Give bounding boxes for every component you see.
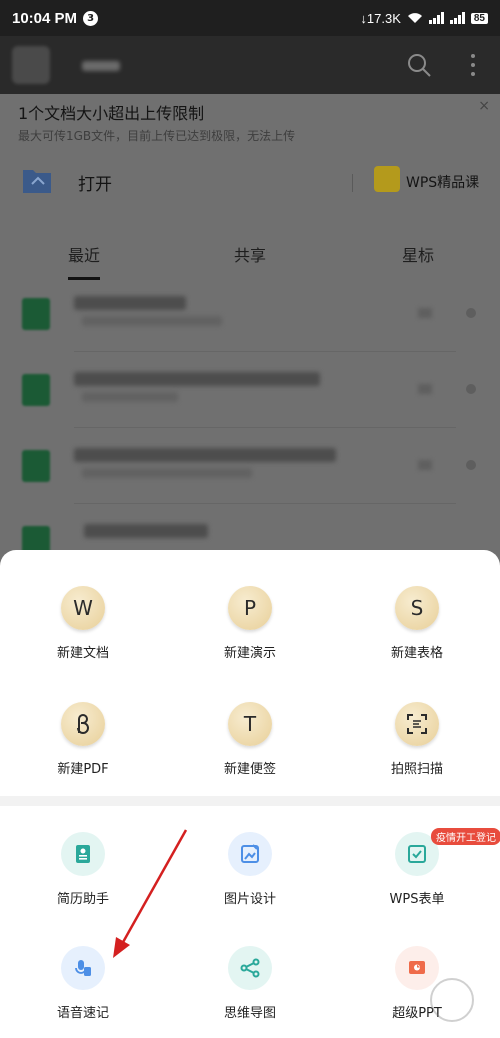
sheet-file-icon [22,298,50,330]
voice-note-label: 语音速记 [56,1006,109,1021]
wps-course-link[interactable]: WPS精品课 [406,172,479,192]
sheet-file-icon [22,374,50,406]
divider [352,174,353,192]
spreadsheet-icon: S [395,586,439,630]
new-presentation-label: 新建演示 [223,646,276,661]
file-date-blurred [418,384,432,394]
sheet-file-icon [22,450,50,482]
svg-text:P: P [244,596,256,620]
section-divider [0,796,500,806]
file-name-blurred [74,372,320,386]
create-grid: W 新建文档 P 新建演示 S 新建表格 新建PDF T 新建便签 拍照扫描 [0,550,500,796]
banner-title: 1个文档大小超出上传限制 [18,104,205,123]
new-note-button[interactable]: T 新建便签 [167,702,333,777]
list-item[interactable] [0,352,500,428]
file-meta-blurred [82,392,178,402]
notification-count-badge: 3 [83,10,99,26]
voice-note-button[interactable]: 语音速记 [0,946,166,1021]
super-ppt-label: 超级PPT [392,1006,442,1021]
mind-map-label: 思维导图 [223,1006,276,1021]
folder-icon[interactable] [22,166,52,194]
file-date-blurred [418,460,432,470]
file-meta-blurred [82,316,222,326]
banner-subtitle: 最大可传1GB文件，目前上传已达到极限，无法上传 [18,129,296,143]
tab-recent[interactable]: 最近 [68,242,101,280]
resume-assistant-label: 简历助手 [56,892,109,907]
watermark-logo [430,978,474,1022]
super-ppt-button[interactable]: 超级PPT [334,946,500,1021]
wifi-icon [407,13,422,23]
new-document-button[interactable]: W 新建文档 [0,586,166,661]
presentation-icon: P [228,586,272,630]
mind-map-button[interactable]: 思维导图 [167,946,333,1021]
pdf-icon [61,702,105,746]
new-pdf-label: 新建PDF [57,762,109,777]
close-icon[interactable]: × [478,98,490,114]
word-doc-icon: W [61,586,105,630]
tools-grid: 简历助手 图片设计 疫情开工登记 WPS表单 语音速记 思维导图 超级PPT [0,806,500,1038]
image-design-button[interactable]: 图片设计 [167,832,333,907]
new-document-label: 新建文档 [56,646,109,661]
wps-form-button[interactable]: 疫情开工登记 WPS表单 [334,828,500,907]
new-file-sheet: W 新建文档 P 新建演示 S 新建表格 新建PDF T 新建便签 拍照扫描 简… [0,550,500,1038]
list-item[interactable] [0,428,500,504]
tab-bar: 最近 共享 星标 [0,228,500,280]
resume-assistant-button[interactable]: 简历助手 [0,832,166,907]
new-presentation-button[interactable]: P 新建演示 [167,586,333,661]
image-design-icon [228,832,272,876]
open-row: 打开 WPS精品课 [0,148,500,218]
new-note-label: 新建便签 [223,762,276,777]
tab-starred[interactable]: 星标 [402,242,434,266]
photo-scan-label: 拍照扫描 [390,762,443,777]
more-dot-icon[interactable] [466,308,476,318]
super-ppt-icon [395,946,439,990]
open-button[interactable]: 打开 [78,170,112,195]
svg-text:S: S [411,596,424,620]
signal-icon [428,12,444,24]
note-icon: T [228,702,272,746]
new-spreadsheet-button[interactable]: S 新建表格 [334,586,500,661]
clock: 10:04 PM [12,9,78,27]
list-item[interactable] [0,276,500,352]
tab-shared[interactable]: 共享 [234,242,266,266]
search-icon[interactable] [406,52,432,78]
mindmap-icon [228,946,272,990]
battery-icon: 85 [470,12,488,24]
new-pdf-button[interactable]: 新建PDF [0,702,166,777]
more-icon[interactable] [468,52,478,78]
epidemic-registration-badge: 疫情开工登记 [431,828,500,845]
file-date-blurred [418,308,432,318]
scan-icon [395,702,439,746]
status-bar: 10:04 PM 3 ↓17.3K 85 [0,0,500,36]
svg-text:W: W [73,596,93,620]
more-dot-icon[interactable] [466,384,476,394]
username-blurred [82,61,120,71]
wps-form-label: WPS表单 [389,892,445,907]
svg-text:T: T [243,712,257,736]
new-spreadsheet-label: 新建表格 [390,646,443,661]
file-list [0,276,500,580]
file-name-blurred [84,524,208,538]
app-header [0,36,500,94]
upload-limit-banner: 1个文档大小超出上传限制 最大可传1GB文件，目前上传已达到极限，无法上传 × [0,94,500,148]
file-name-blurred [74,296,186,310]
wps-course-icon[interactable] [374,166,400,192]
image-design-label: 图片设计 [223,892,276,907]
resume-icon [61,832,105,876]
net-speed: ↓17.3K [360,10,401,26]
file-name-blurred [74,448,336,462]
photo-scan-button[interactable]: 拍照扫描 [334,702,500,777]
status-icons: ↓17.3K 85 [360,11,488,26]
more-dot-icon[interactable] [466,460,476,470]
voice-note-icon [61,946,105,990]
avatar[interactable] [12,46,50,84]
signal-2-icon [449,12,465,24]
file-meta-blurred [82,468,252,478]
